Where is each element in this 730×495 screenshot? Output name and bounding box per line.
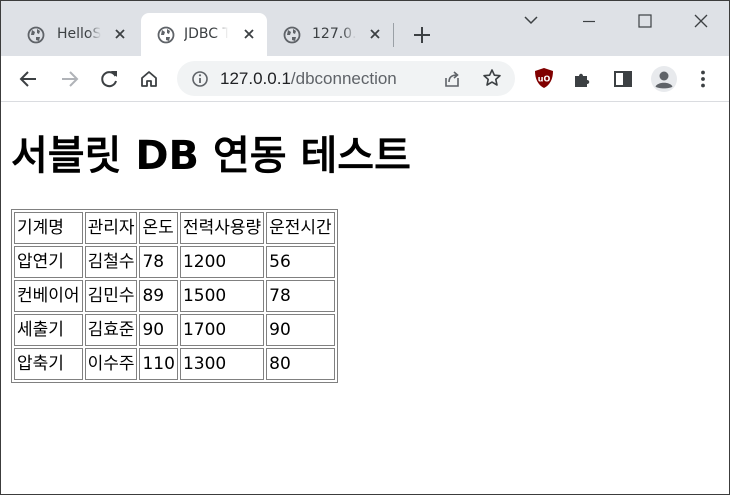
table-cell: 90	[139, 314, 178, 346]
table-cell: 78	[266, 280, 335, 312]
table-cell: 이수주	[84, 348, 138, 380]
kebab-menu-icon[interactable]	[692, 68, 714, 90]
tab-strip: HelloServlet JDBC Test 127.0.0.1	[1, 1, 729, 56]
url-path: /dbconnection	[290, 69, 397, 88]
home-icon[interactable]	[138, 68, 160, 90]
table-cell: 압연기	[14, 246, 83, 278]
share-icon[interactable]	[442, 69, 462, 89]
url-host: 127.0.0.1	[220, 69, 291, 88]
globe-icon	[27, 26, 45, 44]
table-row: 세출기 김효준 90 1700 90	[14, 314, 335, 346]
ublock-origin-icon[interactable]: uO	[533, 67, 555, 89]
window-close-icon[interactable]	[673, 1, 729, 41]
tab-title: 127.0.0.1	[312, 26, 356, 42]
table-cell: 1200	[179, 246, 265, 278]
table-header-cell: 전력사용량	[179, 212, 265, 244]
minimize-icon[interactable]	[561, 1, 617, 41]
page-content: 서블릿 DB 연동 테스트 기계명 관리자 온도 전력사용량 운전시간 압연기 김철수 78 1…	[1, 102, 729, 494]
maximize-icon[interactable]	[616, 1, 672, 41]
table-cell: 김민수	[84, 280, 138, 312]
table-cell: 110	[139, 348, 178, 380]
reload-icon[interactable]	[98, 68, 120, 90]
info-icon[interactable]	[191, 70, 209, 88]
url-text: 127.0.0.1/dbconnection	[220, 69, 397, 89]
globe-icon	[283, 26, 301, 44]
table-cell: 89	[139, 280, 178, 312]
table-row: 압축기 이수주 110 1300 80	[14, 348, 335, 380]
table-header-row: 기계명 관리자 온도 전력사용량 운전시간	[14, 212, 335, 244]
table-cell: 김철수	[84, 246, 138, 278]
table-header-cell: 온도	[139, 212, 178, 244]
close-icon[interactable]	[368, 27, 382, 41]
browser-toolbar: 127.0.0.1/dbconnection uO	[1, 56, 729, 102]
table-cell: 78	[139, 246, 178, 278]
extensions-puzzle-icon[interactable]	[572, 68, 594, 90]
side-panel-icon[interactable]	[612, 68, 634, 90]
table-header-cell: 운전시간	[266, 212, 335, 244]
table-cell: 56	[266, 246, 335, 278]
table-header-cell: 기계명	[14, 212, 83, 244]
svg-text:uO: uO	[538, 75, 551, 84]
tab-title: HelloServlet	[57, 26, 101, 42]
table-cell: 컨베이어	[14, 280, 83, 312]
tab-localhost[interactable]: 127.0.0.1	[267, 13, 393, 56]
new-tab-plus-icon[interactable]	[411, 24, 433, 46]
table-cell: 1300	[179, 348, 265, 380]
table-row: 압연기 김철수 78 1200 56	[14, 246, 335, 278]
browser-window: HelloServlet JDBC Test 127.0.0.1	[0, 0, 730, 495]
table-header-cell: 관리자	[84, 212, 138, 244]
table-cell: 압축기	[14, 348, 83, 380]
bookmark-star-icon[interactable]	[482, 68, 502, 88]
back-arrow-icon[interactable]	[18, 68, 40, 90]
table-cell: 1700	[179, 314, 265, 346]
table-cell: 80	[266, 348, 335, 380]
tab-hello-servlet[interactable]: HelloServlet	[1, 13, 141, 56]
tab-separator	[393, 23, 394, 47]
tab-search-chevron-down-icon[interactable]	[503, 1, 559, 41]
close-icon[interactable]	[242, 27, 256, 41]
table-cell: 90	[266, 314, 335, 346]
forward-arrow-icon[interactable]	[58, 68, 80, 90]
table-cell: 김효준	[84, 314, 138, 346]
close-icon[interactable]	[113, 27, 127, 41]
tab-title: JDBC Test	[184, 26, 228, 42]
page-title: 서블릿 DB 연동 테스트	[11, 133, 411, 179]
table-row: 컨베이어 김민수 89 1500 78	[14, 280, 335, 312]
globe-icon	[157, 26, 175, 44]
profile-avatar-icon[interactable]	[650, 65, 678, 93]
table-cell: 1500	[179, 280, 265, 312]
table-cell: 세출기	[14, 314, 83, 346]
address-bar[interactable]: 127.0.0.1/dbconnection	[177, 61, 515, 96]
tab-jdbc-test[interactable]: JDBC Test	[141, 13, 267, 56]
machine-table: 기계명 관리자 온도 전력사용량 운전시간 압연기 김철수 78 1200 56 컨베이어 김민수 89…	[11, 209, 338, 383]
